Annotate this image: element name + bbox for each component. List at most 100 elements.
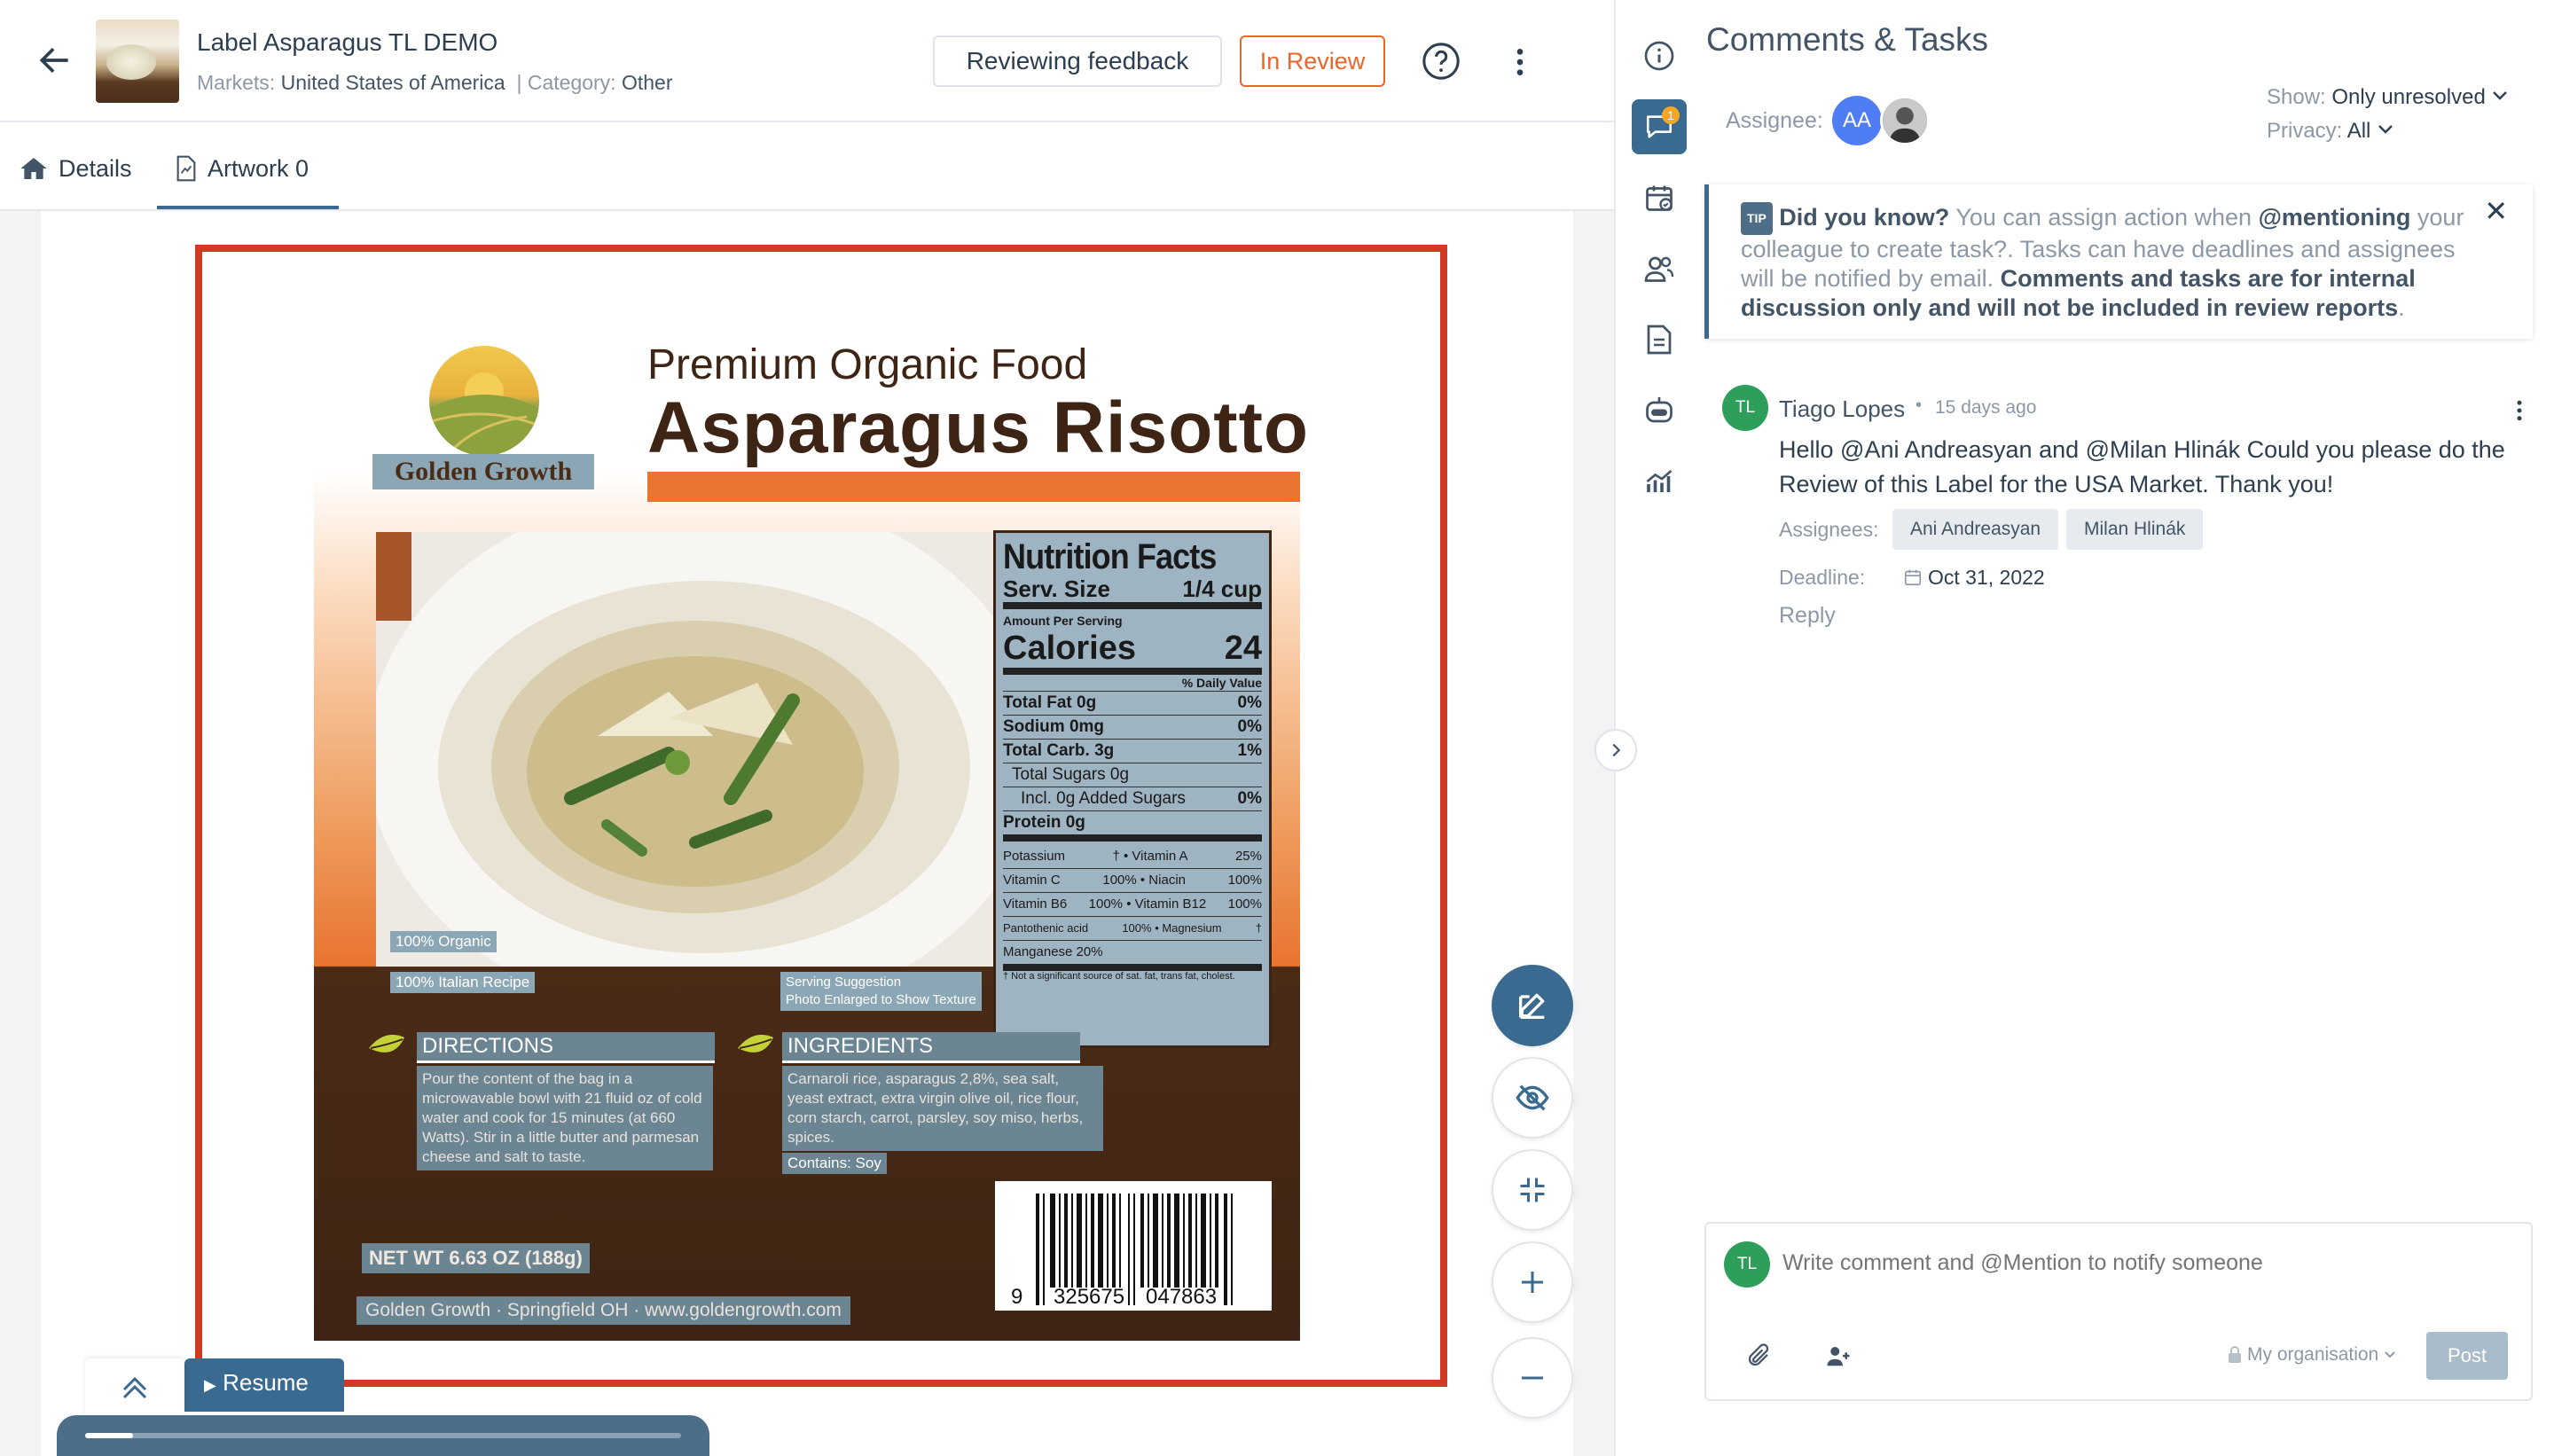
add-user-icon[interactable] — [1825, 1342, 1852, 1369]
tab-label: Artwork 0 — [208, 154, 309, 182]
comment-input[interactable] — [1782, 1250, 2492, 1276]
artwork-thumbnail — [96, 20, 179, 103]
label-footer: Golden Growth · Springfield OH · www.gol… — [356, 1296, 850, 1325]
brand-name: Golden Growth — [372, 454, 594, 489]
resume-tab[interactable]: ▶ Resume — [184, 1358, 344, 1412]
avatar: TL — [1724, 1241, 1770, 1288]
tip-badge: TIP — [1741, 202, 1773, 235]
tip-text: You can assign action when — [1955, 204, 2252, 231]
privacy-selector[interactable]: My organisation — [2228, 1344, 2396, 1366]
privacy-label: My organisation — [2247, 1344, 2379, 1365]
separator-dot: • — [1916, 395, 1923, 415]
calories-row: Calories 24 — [1003, 629, 1262, 675]
rail-users[interactable] — [1632, 241, 1687, 296]
comment-author: Tiago Lopes — [1779, 395, 1906, 422]
avatar[interactable]: AA — [1832, 96, 1882, 145]
reviewing-feedback-button[interactable]: Reviewing feedback — [933, 35, 1222, 87]
close-icon[interactable]: ✕ — [2484, 197, 2508, 226]
assignee-label: Assignee: — [1726, 108, 1823, 133]
zoom-in-button[interactable] — [1492, 1241, 1573, 1323]
help-icon[interactable] — [1421, 41, 1461, 82]
back-arrow-icon[interactable] — [35, 41, 74, 80]
tip-card: TIP Did you know? You can assign action … — [1704, 184, 2533, 339]
leaf-icon — [736, 1032, 775, 1064]
privacy-filter[interactable]: Privacy: All — [2267, 119, 2394, 144]
eye-off-icon — [1515, 1080, 1550, 1115]
status-button[interactable]: In Review — [1240, 35, 1385, 87]
more-options-icon[interactable] — [1508, 44, 1532, 80]
project-title: Label Asparagus TL DEMO — [197, 28, 498, 56]
chart-icon — [1643, 466, 1675, 497]
barcode-digit-3: 047863 — [1146, 1285, 1217, 1309]
show-filter[interactable]: Show: Only unresolved — [2267, 85, 2509, 110]
users-icon — [1643, 253, 1675, 285]
comment-options-icon[interactable] — [2513, 397, 2526, 424]
daily-value-header: % Daily Value — [1003, 675, 1262, 692]
vitamin-row: Pantothenic acid 100% • Magnesium † — [1003, 917, 1262, 941]
zoom-out-button[interactable] — [1492, 1337, 1573, 1419]
barcode: 9 325675 047863 — [995, 1181, 1272, 1311]
calendar-icon — [1903, 568, 1923, 587]
tip-mention: @mentioning — [2258, 204, 2411, 231]
minus-icon — [1516, 1362, 1548, 1394]
reply-link[interactable]: Reply — [1779, 603, 1836, 629]
toggle-visibility-button[interactable] — [1492, 1057, 1573, 1139]
barcode-digit-1: 9 — [1011, 1285, 1022, 1309]
ingredients-title: INGREDIENTS — [782, 1032, 1080, 1063]
ingredients-text: Carnaroli rice, asparagus 2,8%, sea salt… — [782, 1066, 1103, 1151]
post-button[interactable]: Post — [2426, 1332, 2508, 1380]
tip-heading: Did you know? — [1779, 204, 1950, 231]
nutrient-row: Total Fat 0g 0% — [1003, 692, 1262, 716]
rail-tasks[interactable] — [1632, 170, 1687, 225]
robot-icon — [1643, 395, 1675, 427]
rail-analytics[interactable] — [1632, 454, 1687, 509]
chevron-right-icon — [1606, 740, 1626, 760]
risotto-photo — [376, 532, 997, 967]
rail-info[interactable] — [1632, 28, 1687, 83]
collapse-panel-button[interactable] — [1594, 729, 1637, 771]
nutrient-row: Total Carb. 3g 1% — [1003, 740, 1262, 763]
chevron-up-icon — [119, 1374, 151, 1400]
nutrition-footnote: † Not a significant source of sat. fat, … — [1003, 971, 1235, 982]
deadline-label: Deadline: — [1779, 566, 1866, 589]
chevron-down-icon — [2491, 90, 2509, 102]
comment-text: Hello @Ani Andreasyan and @Milan Hlinák … — [1779, 436, 2505, 497]
fit-screen-button[interactable] — [1492, 1149, 1573, 1231]
nutrient-row: Incl. 0g Added Sugars 0% — [1003, 787, 1262, 811]
plus-icon — [1516, 1266, 1548, 1298]
expand-panel-button[interactable] — [85, 1358, 184, 1415]
rail-comments[interactable] — [1632, 99, 1687, 154]
avatar: TL — [1722, 385, 1768, 431]
serving-size: Serv. Size 1/4 cup — [1003, 575, 1262, 609]
amount-per-serving: Amount Per Serving — [1003, 614, 1123, 628]
tab-artwork[interactable]: Artwork 0 — [176, 151, 309, 186]
tab-details[interactable]: Details — [20, 151, 132, 186]
nutrient-row: Protein 0g — [1003, 811, 1262, 842]
home-icon — [20, 155, 48, 182]
calendar-check-icon — [1643, 182, 1675, 214]
assignees-label: Assignees: — [1779, 518, 1879, 541]
directions-title: DIRECTIONS — [417, 1032, 715, 1063]
annotate-button[interactable] — [1492, 965, 1573, 1046]
notification-badge: 1 — [1662, 106, 1680, 124]
barcode-digit-2: 325675 — [1054, 1285, 1124, 1309]
avatar-photo[interactable] — [1880, 96, 1930, 145]
product-subtitle: Premium Organic Food — [647, 341, 1088, 388]
info-icon — [1643, 40, 1675, 72]
collapse-icon — [1516, 1174, 1548, 1206]
play-icon: ▶ — [204, 1376, 216, 1394]
rail-bot[interactable] — [1632, 383, 1687, 438]
chevron-down-icon — [2377, 123, 2394, 136]
attachment-icon[interactable] — [1745, 1342, 1772, 1369]
nutrition-facts-panel: Nutrition Facts Serv. Size 1/4 cup Amount… — [993, 530, 1272, 1048]
comment-composer — [1704, 1222, 2533, 1401]
vitamin-row: Manganese 20% — [1003, 941, 1262, 971]
deadline[interactable]: Oct 31, 2022 — [1903, 566, 2045, 590]
assignee-chip[interactable]: Milan Hlinák — [2066, 509, 2204, 550]
project-meta: Markets: United States of America | Cate… — [197, 71, 673, 94]
product-title: Asparagus Risotto — [647, 387, 1309, 468]
assignee-chip[interactable]: Ani Andreasyan — [1892, 509, 2059, 550]
rail-documents[interactable] — [1632, 312, 1687, 367]
document-icon — [176, 155, 197, 182]
brand-logo-icon — [429, 346, 539, 456]
